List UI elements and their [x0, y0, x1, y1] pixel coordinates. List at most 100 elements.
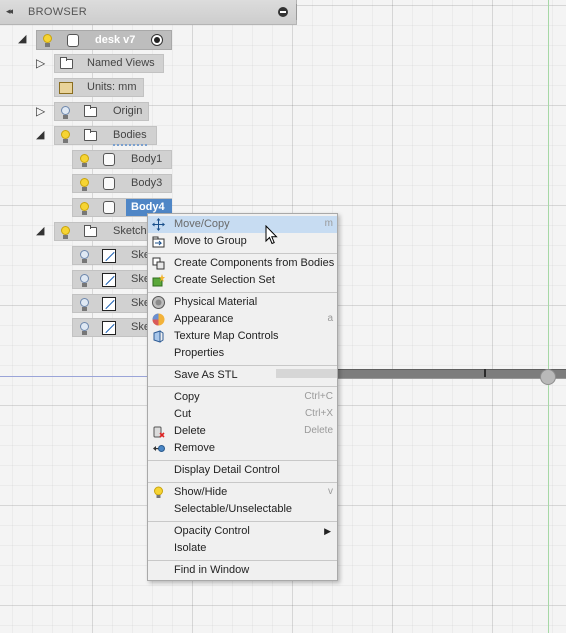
body-icon	[103, 177, 115, 190]
lightbulb-base	[63, 235, 68, 239]
menu-item-appearance[interactable]: Appearance a	[148, 311, 337, 328]
model-geometry-edge[interactable]	[338, 369, 566, 379]
collapsed-triangle-icon[interactable]: ▷	[36, 57, 45, 69]
menu-label: Opacity Control	[174, 525, 250, 537]
expanded-triangle-icon[interactable]: ◢	[18, 34, 26, 45]
menu-label: Delete	[174, 425, 206, 437]
selection-set-icon	[152, 274, 165, 287]
lightbulb-base	[82, 187, 87, 191]
menu-item-move-to-group[interactable]: Move to Group	[148, 233, 337, 250]
menu-item-create-components[interactable]: Create Components from Bodies	[148, 255, 337, 272]
lightbulb-off-icon[interactable]	[80, 322, 89, 331]
menu-item-texture-map[interactable]: Texture Map Controls	[148, 328, 337, 345]
folder-icon	[84, 129, 97, 141]
physical-material-icon	[152, 296, 165, 309]
expanded-triangle-icon[interactable]: ◢	[36, 130, 44, 141]
menu-separator	[148, 292, 337, 293]
context-menu: Move/Copy m Move to Group Create Compone…	[147, 213, 338, 581]
collapse-panel-icon[interactable]: ◂◂	[6, 6, 13, 17]
root-label: desk v7	[95, 34, 136, 46]
submenu-arrow-icon: ▶	[324, 526, 331, 536]
menu-item-show-hide[interactable]: Show/Hide v	[148, 484, 337, 501]
body-label: Body3	[131, 177, 163, 189]
lightbulb-base	[82, 259, 87, 263]
menu-separator	[148, 482, 337, 483]
menu-separator	[148, 386, 337, 387]
folder-icon	[84, 105, 97, 117]
menu-item-display-detail[interactable]: Display Detail Control	[148, 462, 337, 479]
browser-title: BROWSER	[28, 6, 87, 18]
origin-point-icon[interactable]	[540, 369, 556, 385]
tree-item-body[interactable]: Body1	[72, 150, 172, 169]
tree-item-sketch[interactable]: Ske	[72, 318, 150, 337]
lightbulb-off-icon[interactable]	[80, 274, 89, 283]
component-icon	[67, 34, 79, 47]
sketch-icon	[102, 273, 116, 287]
menu-item-physical-material[interactable]: Physical Material	[148, 294, 337, 311]
menu-label: Save As STL	[174, 369, 238, 381]
tree-item-body[interactable]: Body3	[72, 174, 172, 193]
folder-icon	[84, 225, 97, 237]
lightbulb-off-icon[interactable]	[80, 298, 89, 307]
lightbulb-on-icon[interactable]	[61, 226, 70, 235]
menu-item-cut[interactable]: Cut Ctrl+X	[148, 406, 337, 423]
model-geometry-notch	[484, 369, 486, 377]
collapsed-triangle-icon[interactable]: ▷	[36, 105, 45, 117]
menu-label: Show/Hide	[174, 486, 228, 498]
tree-item-sketch[interactable]: Ske	[72, 270, 150, 289]
tree-item-sketches[interactable]: Sketche	[54, 222, 153, 241]
named-views-label: Named Views	[87, 57, 155, 69]
tree-root-desk[interactable]: desk v7	[36, 30, 172, 50]
create-components-icon	[152, 257, 165, 270]
menu-shortcut: Ctrl+X	[304, 408, 333, 419]
body-icon	[103, 201, 115, 214]
menu-label: Create Components from Bodies	[174, 257, 335, 269]
lightbulb-off-icon[interactable]	[80, 250, 89, 259]
y-axis-line	[548, 0, 549, 633]
menu-label: Move/Copy	[174, 218, 230, 230]
lightbulb-on-icon[interactable]	[61, 130, 70, 139]
activate-radio-icon[interactable]	[151, 34, 163, 46]
lightbulb-off-icon[interactable]	[61, 106, 70, 115]
menu-item-isolate[interactable]: Isolate	[148, 540, 337, 557]
menu-shortcut: Delete	[304, 425, 333, 436]
tree-item-sketch[interactable]: Ske	[72, 294, 150, 313]
lightbulb-base	[63, 139, 68, 143]
menu-item-opacity-control[interactable]: Opacity Control ▶	[148, 523, 337, 540]
menu-label: Move to Group	[174, 235, 247, 247]
lightbulb-on-icon[interactable]	[43, 34, 52, 43]
lightbulb-on-icon[interactable]	[80, 202, 89, 211]
tree-item-sketch[interactable]: Ske	[72, 246, 150, 265]
lightbulb-icon	[154, 486, 163, 498]
menu-label: Physical Material	[174, 296, 258, 308]
menu-label: Remove	[174, 442, 215, 454]
menu-label: Cut	[174, 408, 192, 420]
menu-separator	[148, 365, 337, 366]
menu-item-move-copy[interactable]: Move/Copy m	[148, 216, 337, 233]
menu-item-remove[interactable]: Remove	[148, 440, 337, 457]
lightbulb-base	[82, 163, 87, 167]
menu-separator	[148, 460, 337, 461]
menu-separator	[148, 560, 337, 561]
tree-item-bodies[interactable]: Bodies	[54, 126, 157, 146]
menu-item-properties[interactable]: Properties	[148, 345, 337, 362]
menu-item-find-in-window[interactable]: Find in Window	[148, 562, 337, 579]
menu-item-create-selection-set[interactable]: Create Selection Set	[148, 272, 337, 289]
lightbulb-on-icon[interactable]	[80, 178, 89, 187]
remove-arrow-icon	[153, 445, 165, 452]
tree-item-named-views[interactable]: Named Views	[54, 54, 164, 73]
menu-label: Texture Map Controls	[174, 330, 279, 342]
lightbulb-on-icon[interactable]	[80, 154, 89, 163]
expanded-triangle-icon[interactable]: ◢	[36, 226, 44, 237]
units-label: Units: mm	[87, 81, 137, 93]
menu-item-copy[interactable]: Copy Ctrl+C	[148, 389, 337, 406]
menu-label: Isolate	[174, 542, 207, 554]
menu-label: Selectable/Unselectable	[174, 503, 293, 515]
tree-item-origin[interactable]: Origin	[54, 102, 149, 121]
panel-resize-grip[interactable]	[296, 4, 298, 20]
tree-item-units[interactable]: Units: mm	[54, 78, 144, 97]
texture-map-icon	[153, 330, 164, 343]
menu-item-delete[interactable]: Delete Delete	[148, 423, 337, 440]
minus-circle-icon[interactable]	[278, 7, 288, 17]
menu-item-selectable[interactable]: Selectable/Unselectable	[148, 501, 337, 518]
